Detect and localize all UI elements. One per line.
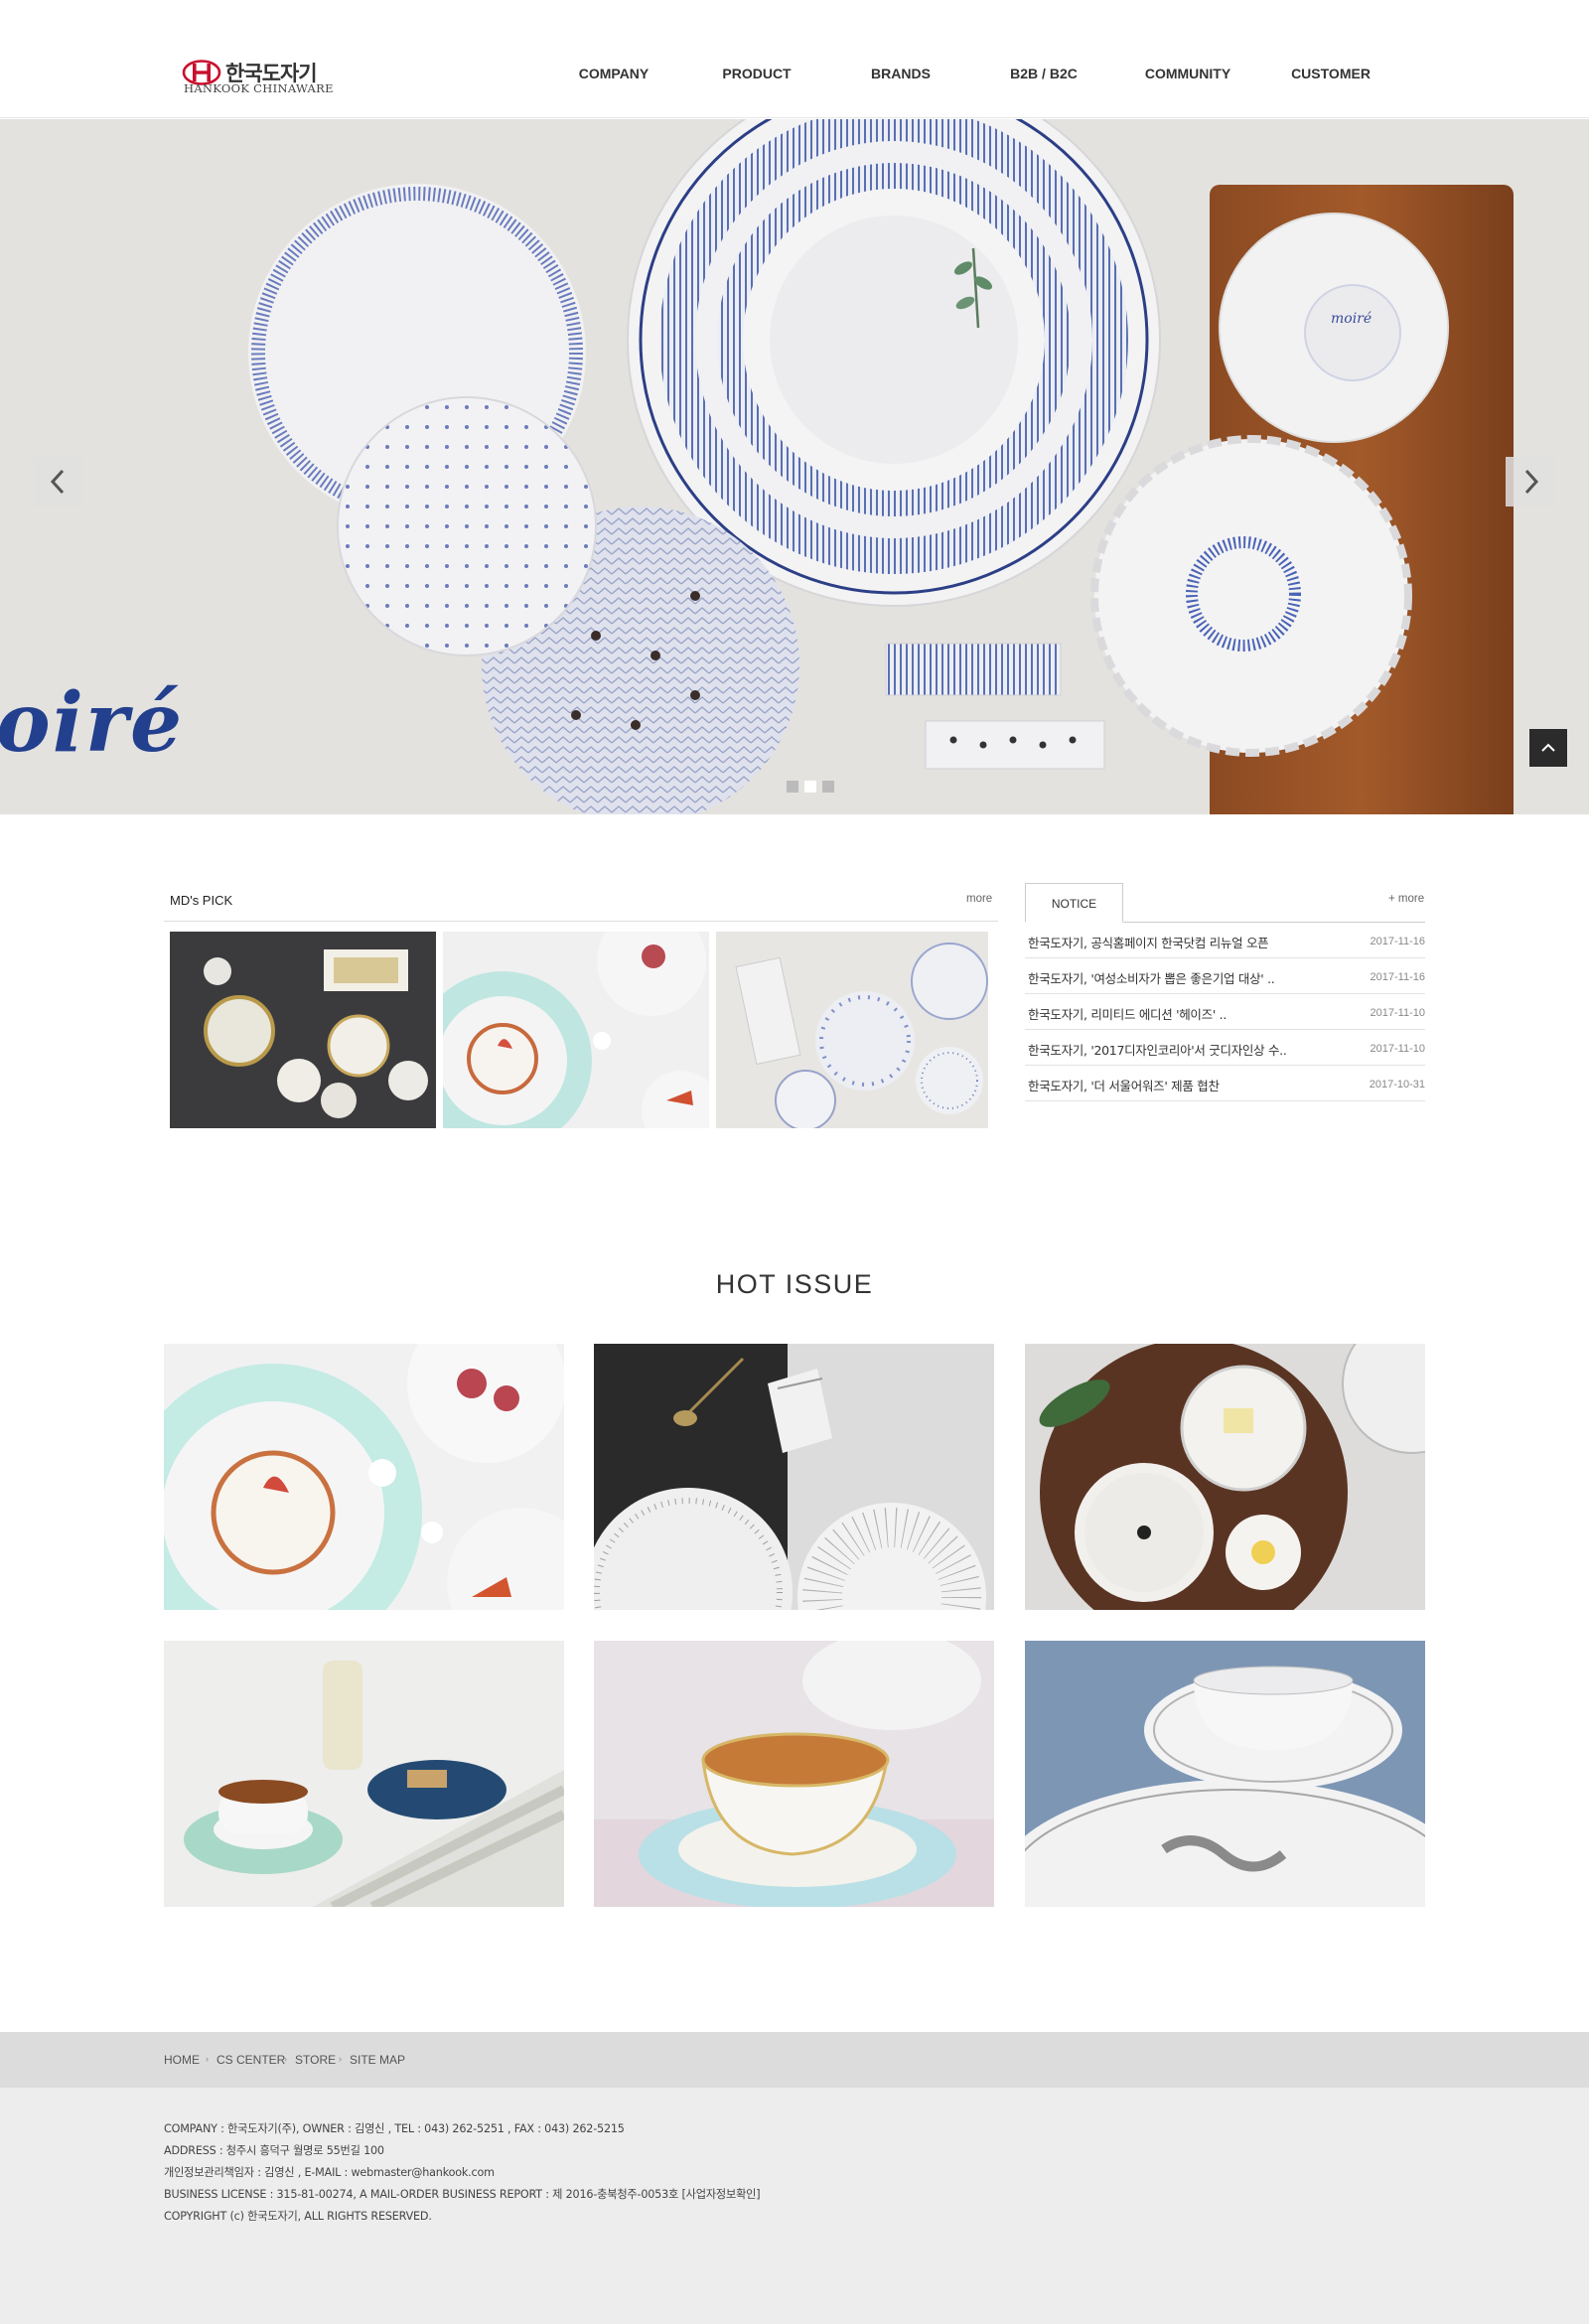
nav-company[interactable]: COMPANY [579, 66, 650, 81]
svg-text:moiré: moiré [1331, 311, 1372, 327]
hero-slider: moiré oiré [0, 119, 1589, 814]
product-thumbnail-image [443, 932, 709, 1128]
hot-issue-image [594, 1641, 994, 1907]
nav-customer[interactable]: CUSTOMER [1291, 66, 1371, 81]
slider-next-button[interactable] [1506, 457, 1555, 507]
notice-item-title: 한국도자기, '여성소비자가 뽑은 좋은기업 대상' .. [1028, 971, 1275, 986]
notice-item-title: 한국도자기, 리미티드 에디션 '헤이즈' .. [1028, 1007, 1227, 1022]
notice-item[interactable]: 한국도자기, '2017디자인코리아'서 굿디자인상 수.. 2017-11-1… [1025, 1030, 1425, 1066]
slider-dot[interactable] [787, 781, 798, 793]
footer-link-site-map[interactable]: SITE MAP [350, 2053, 405, 2067]
hot-issue-item[interactable] [1025, 1344, 1425, 1610]
notice-item-title: 한국도자기, '더 서울어워즈' 제품 협찬 [1028, 1079, 1220, 1093]
hot-issue-image [594, 1344, 994, 1610]
scroll-to-top-button[interactable] [1529, 729, 1567, 767]
footer-address: ADDRESS : 청주시 흥덕구 월명로 55번길 100 [164, 2144, 384, 2157]
notice-item-title: 한국도자기, '2017디자인코리아'서 굿디자인상 수.. [1028, 1043, 1287, 1058]
notice-item[interactable]: 한국도자기, '더 서울어워즈' 제품 협찬 2017-10-31 [1025, 1066, 1425, 1101]
mds-pick-title: MD's PICK [170, 893, 233, 908]
footer-business-license: BUSINESS LICENSE : 315-81-00274, A MAIL-… [164, 2188, 761, 2201]
chevron-right-icon [1524, 469, 1539, 495]
notice-item[interactable]: 한국도자기, 리미티드 에디션 '헤이즈' .. 2017-11-10 [1025, 994, 1425, 1030]
nav-community[interactable]: COMMUNITY [1145, 66, 1230, 81]
nav-product[interactable]: PRODUCT [722, 66, 791, 81]
tab-notice[interactable]: NOTICE [1025, 883, 1123, 923]
hot-issue-title: HOT ISSUE [715, 1269, 874, 1299]
separator-icon: › [284, 2054, 287, 2064]
separator-icon: › [206, 2054, 209, 2064]
product-thumbnail-image [716, 932, 988, 1128]
separator-icon: › [339, 2054, 342, 2064]
chevron-left-icon [50, 469, 65, 495]
hot-issue-image [164, 1641, 564, 1907]
mds-pick-more-link[interactable]: more [966, 893, 992, 905]
hot-issue-image [1025, 1344, 1425, 1610]
divider [164, 921, 998, 922]
hot-issue-item[interactable] [594, 1641, 994, 1907]
slider-dot[interactable] [822, 781, 834, 793]
notice-more-link[interactable]: + more [1388, 893, 1424, 905]
product-thumbnail-image [170, 932, 436, 1128]
hot-issue-item[interactable] [164, 1344, 564, 1610]
mds-pick-item[interactable] [443, 932, 709, 1128]
notice-item-date: 2017-11-10 [1370, 1043, 1425, 1055]
slider-dot-active[interactable] [804, 781, 816, 793]
footer-copyright: COPYRIGHT (c) 한국도자기, ALL RIGHTS RESERVED… [164, 2210, 432, 2223]
hot-issue-item[interactable] [594, 1344, 994, 1610]
footer-link-home[interactable]: HOME [164, 2053, 200, 2067]
hot-issue-image [1025, 1641, 1425, 1907]
footer-nav: HOME › CS CENTER › STORE › SITE MAP [0, 2032, 1589, 2088]
main-nav: COMPANY PRODUCT BRANDS B2B / B2C COMMUNI… [0, 66, 1589, 85]
notice-item-date: 2017-10-31 [1369, 1079, 1425, 1090]
notice-item[interactable]: 한국도자기, '여성소비자가 뽑은 좋은기업 대상' .. 2017-11-16 [1025, 958, 1425, 994]
nav-brands[interactable]: BRANDS [871, 66, 931, 81]
notice-item-date: 2017-11-10 [1370, 1007, 1425, 1019]
slider-prev-button[interactable] [34, 457, 83, 507]
site-header: 한국도자기 HANKOOK CHINAWARE COMPANY PRODUCT … [0, 0, 1589, 118]
mds-pick-item[interactable] [716, 932, 988, 1128]
footer-link-cs-center[interactable]: CS CENTER [217, 2053, 285, 2067]
moire-brand-text: oiré [0, 675, 185, 771]
chevron-up-icon [1541, 743, 1555, 752]
mds-pick-item[interactable] [170, 932, 436, 1128]
hero-tableware-image: moiré [0, 119, 1589, 814]
footer-company-info: COMPANY : 한국도자기(주), OWNER : 김영신 , TEL : … [164, 2122, 625, 2135]
hot-issue-item[interactable] [164, 1641, 564, 1907]
notice-item-title: 한국도자기, 공식홈페이지 한국닷컴 리뉴얼 오픈 [1028, 936, 1269, 950]
notice-item-date: 2017-11-16 [1370, 971, 1425, 983]
notice-item[interactable]: 한국도자기, 공식홈페이지 한국닷컴 리뉴얼 오픈 2017-11-16 [1025, 923, 1425, 958]
nav-b2b-b2c[interactable]: B2B / B2C [1010, 66, 1078, 81]
hot-issue-image [164, 1344, 564, 1610]
footer-privacy-contact: 개인정보관리책임자 : 김영신 , E-MAIL : webmaster@han… [164, 2166, 495, 2179]
footer-link-store[interactable]: STORE [295, 2053, 336, 2067]
hot-issue-item[interactable] [1025, 1641, 1425, 1907]
notice-item-date: 2017-11-16 [1370, 936, 1425, 947]
site-footer: COMPANY : 한국도자기(주), OWNER : 김영신 , TEL : … [0, 2088, 1589, 2324]
